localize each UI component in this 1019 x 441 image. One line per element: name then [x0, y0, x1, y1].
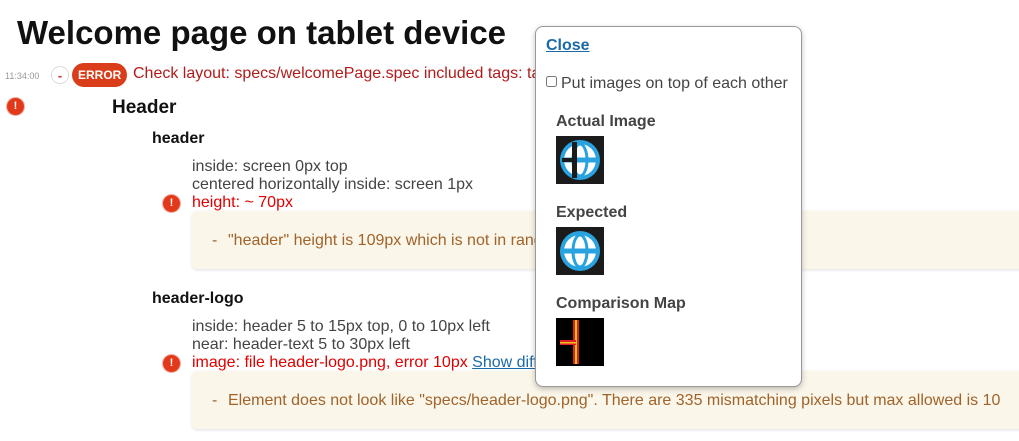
spec-line: inside: screen 0px top — [192, 158, 348, 175]
log-message[interactable]: Check layout: specs/welcomePage.spec inc… — [133, 65, 540, 83]
collapse-button[interactable]: - — [51, 66, 69, 84]
expected-image-label: Expected — [556, 204, 628, 221]
image-comparison-popup: Close Put images on top of each other Ac… — [535, 26, 802, 387]
bullet-dash: - — [212, 392, 218, 409]
overlay-toggle[interactable]: Put images on top of each other — [546, 75, 788, 93]
show-diff-link[interactable]: Show diff — [472, 354, 538, 371]
globe-logo-icon — [560, 231, 600, 271]
overlay-checkbox-label: Put images on top of each other — [561, 75, 788, 92]
timestamp: 11:34:00 — [5, 71, 40, 81]
log-row: 11:34:00 - ERROR Check layout: specs/wel… — [0, 63, 540, 87]
spec-line: near: header-text 5 to 30px left — [192, 336, 410, 353]
object-name-header: header — [152, 130, 205, 147]
error-message: Element does not look like "specs/header… — [228, 392, 1001, 409]
section-title: Header — [112, 97, 177, 118]
spec-line: inside: header 5 to 15px top, 0 to 10px … — [192, 318, 490, 335]
actual-image-label: Actual Image — [556, 113, 656, 130]
page-title: Welcome page on tablet device — [17, 14, 507, 51]
error-icon: ! — [7, 98, 24, 115]
diff-map-icon — [560, 320, 579, 364]
object-name-header-logo: header-logo — [152, 290, 244, 307]
spec-line: centered horizontally inside: screen 1px — [192, 176, 474, 193]
failed-spec-text[interactable]: image: file header-logo.png, error 10px — [192, 354, 468, 371]
close-link[interactable]: Close — [546, 37, 590, 55]
status-badge: ERROR — [72, 63, 128, 87]
comparison-map-label: Comparison Map — [556, 295, 686, 312]
comparison-map-image[interactable] — [556, 318, 604, 366]
failed-spec-line: image: file header-logo.png, error 10px … — [192, 354, 538, 372]
overlay-checkbox[interactable] — [546, 76, 557, 87]
globe-logo-icon — [560, 140, 600, 180]
bullet-dash: - — [212, 232, 218, 249]
actual-image[interactable] — [556, 136, 604, 184]
error-icon: ! — [163, 195, 180, 212]
failed-spec-line[interactable]: height: ~ 70px — [192, 194, 293, 212]
error-icon: ! — [163, 355, 180, 372]
expected-image[interactable] — [556, 227, 604, 275]
